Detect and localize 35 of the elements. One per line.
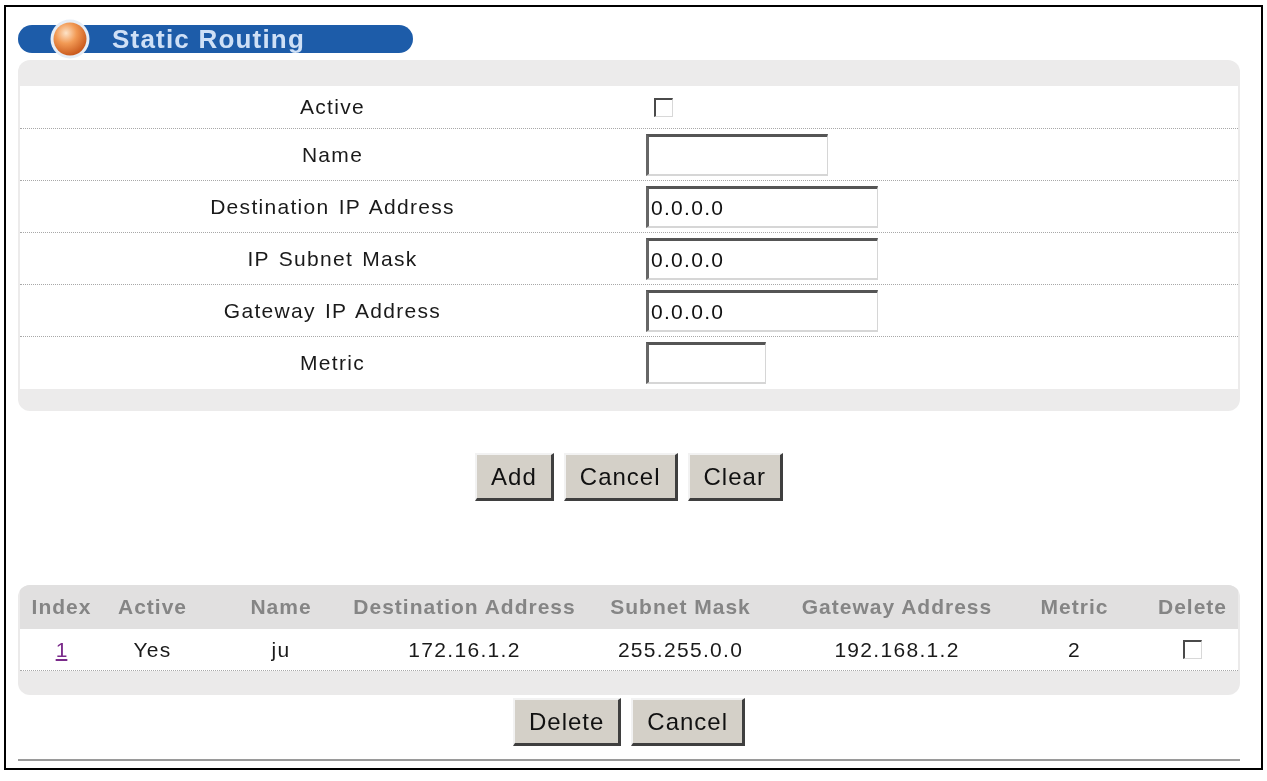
column-header: Active bbox=[118, 595, 187, 619]
field-label: Destination IP Address bbox=[210, 194, 455, 219]
clear-button[interactable]: Clear bbox=[687, 453, 783, 501]
column-header: Metric bbox=[1040, 595, 1109, 619]
field-label: Name bbox=[301, 142, 364, 167]
table-cell: ju bbox=[271, 637, 291, 662]
column-header: Index bbox=[31, 595, 92, 619]
checkbox[interactable] bbox=[654, 97, 673, 117]
cancel-button[interactable]: Cancel bbox=[631, 698, 746, 746]
field-label: Active bbox=[300, 95, 365, 119]
cancel-button[interactable]: Cancel bbox=[563, 453, 678, 501]
table-cell: 172.16.1.2 bbox=[408, 637, 521, 662]
table-cell: Yes bbox=[133, 637, 172, 662]
table-cell: 255.255.0.0 bbox=[617, 637, 744, 662]
orb-icon bbox=[50, 19, 90, 59]
column-header: Name bbox=[250, 595, 312, 619]
delete-button[interactable]: Delete bbox=[512, 698, 622, 746]
table-cell: 192.168.1.2 bbox=[834, 637, 960, 662]
column-header: Gateway Address bbox=[801, 595, 993, 619]
input-field[interactable]: 0.0.0.0 bbox=[646, 185, 878, 228]
field-label: Metric bbox=[300, 351, 365, 375]
field-label: Gateway IP Address bbox=[223, 298, 442, 323]
table-cell: 2 bbox=[1068, 637, 1081, 662]
column-header: Destination Address bbox=[353, 595, 576, 619]
input-field[interactable]: 0.0.0.0 bbox=[646, 237, 878, 280]
column-header: Subnet Mask bbox=[610, 595, 751, 619]
column-header: Delete bbox=[1158, 595, 1227, 619]
page-title: Static Routing bbox=[112, 25, 305, 53]
checkbox[interactable] bbox=[1183, 640, 1202, 659]
input-field[interactable] bbox=[646, 133, 828, 176]
field-label: IP Subnet Mask bbox=[247, 246, 418, 271]
input-field[interactable] bbox=[646, 342, 766, 384]
index-link[interactable]: 1 bbox=[55, 637, 68, 662]
add-button[interactable]: Add bbox=[475, 453, 554, 501]
input-field[interactable]: 0.0.0.0 bbox=[646, 289, 878, 332]
